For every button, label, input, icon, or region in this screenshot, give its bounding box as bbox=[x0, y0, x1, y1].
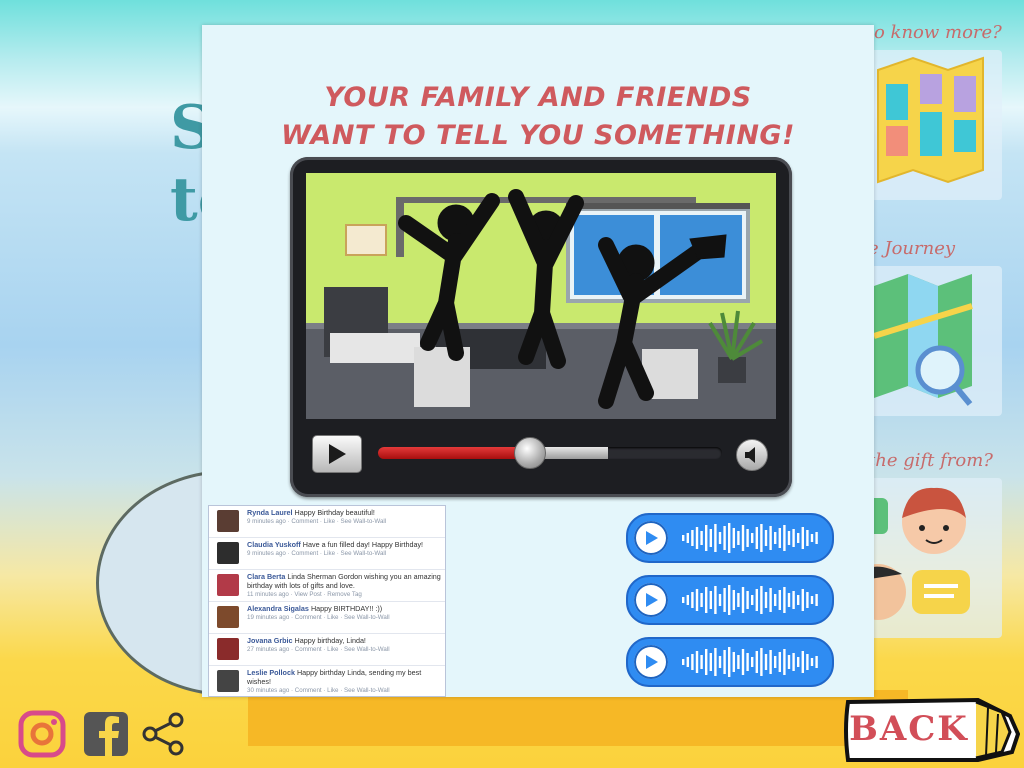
instagram-icon bbox=[18, 710, 66, 758]
post-author[interactable]: Claudia Yuskoff bbox=[247, 540, 301, 549]
feed-post: Leslie Pollock Happy birthday Linda, sen… bbox=[209, 666, 445, 696]
avatar[interactable] bbox=[217, 542, 239, 564]
post-message: Happy BIRTHDAY!! :)) bbox=[310, 604, 383, 613]
post-message: Happy Birthday beautiful! bbox=[294, 508, 375, 517]
journey-label: e Journey bbox=[868, 238, 956, 259]
avatar[interactable] bbox=[217, 606, 239, 628]
feed-post: Rynda Laurel Happy Birthday beautiful! 9 … bbox=[209, 506, 445, 538]
voice-message-2[interactable] bbox=[626, 575, 834, 625]
play-icon bbox=[329, 444, 346, 464]
video-screen[interactable] bbox=[306, 173, 776, 419]
headline-line-2: WANT TO TELL YOU SOMETHING! bbox=[281, 120, 795, 151]
post-text: Leslie Pollock Happy birthday Linda, sen… bbox=[247, 668, 441, 686]
know-more-label: o know more? bbox=[874, 22, 1002, 43]
post-author[interactable]: Clara Berta bbox=[247, 572, 285, 581]
voice-play-button[interactable] bbox=[634, 583, 668, 617]
post-author[interactable]: Jovana Grbic bbox=[247, 636, 293, 645]
video-scrub-handle[interactable] bbox=[514, 437, 547, 469]
video-message-modal: YOUR FAMILY AND FRIENDS WANT TO TELL YOU… bbox=[202, 25, 874, 697]
voice-message-1[interactable] bbox=[626, 513, 834, 563]
facebook-button[interactable] bbox=[82, 710, 130, 763]
share-button[interactable] bbox=[142, 712, 186, 761]
post-text: Rynda Laurel Happy Birthday beautiful! bbox=[247, 508, 441, 517]
background-bar bbox=[248, 690, 908, 746]
share-icon bbox=[142, 712, 184, 756]
feed-post: Jovana Grbic Happy birthday, Linda! 27 mi… bbox=[209, 634, 445, 666]
avatar[interactable] bbox=[217, 574, 239, 596]
post-meta[interactable]: 30 minutes ago · Comment · Like · See Wa… bbox=[247, 686, 441, 695]
volume-button[interactable] bbox=[736, 439, 768, 471]
waveform-icon bbox=[682, 647, 818, 677]
brochure-icon bbox=[877, 56, 984, 184]
video-controls bbox=[306, 429, 776, 477]
post-meta[interactable]: 9 minutes ago · Comment · Like · See Wal… bbox=[247, 517, 441, 526]
gift-from-label: the gift from? bbox=[868, 450, 993, 471]
voice-play-button[interactable] bbox=[634, 645, 668, 679]
video-progress-fill bbox=[378, 447, 530, 459]
video-play-button[interactable] bbox=[312, 435, 362, 473]
post-message: Happy birthday, Linda! bbox=[294, 636, 366, 645]
modal-headline: YOUR FAMILY AND FRIENDS WANT TO TELL YOU… bbox=[202, 79, 874, 155]
post-text: Claudia Yuskoff Have a fun filled day! H… bbox=[247, 540, 441, 549]
avatar[interactable] bbox=[217, 510, 239, 532]
feed-post: Clara Berta Linda Sherman Gordon wishing… bbox=[209, 570, 445, 602]
voice-play-button[interactable] bbox=[634, 521, 668, 555]
video-progress-track[interactable] bbox=[378, 437, 722, 469]
post-author[interactable]: Leslie Pollock bbox=[247, 668, 295, 677]
waveform-icon bbox=[682, 523, 818, 553]
people-chat-icon bbox=[850, 487, 970, 620]
voice-message-3[interactable] bbox=[626, 637, 834, 687]
waveform-icon bbox=[682, 585, 818, 615]
video-frame bbox=[306, 173, 776, 419]
post-author[interactable]: Alexandra Sigalas bbox=[247, 604, 309, 613]
gift-from-card[interactable] bbox=[850, 478, 1002, 638]
post-text: Alexandra Sigalas Happy BIRTHDAY!! :)) bbox=[247, 604, 441, 613]
facebook-wall-feed: Rynda Laurel Happy Birthday beautiful! 9 … bbox=[208, 505, 446, 697]
feed-post: Alexandra Sigalas Happy BIRTHDAY!! :)) 19… bbox=[209, 602, 445, 634]
post-author[interactable]: Rynda Laurel bbox=[247, 508, 293, 517]
journey-card[interactable] bbox=[868, 266, 1002, 416]
headline-line-1: YOUR FAMILY AND FRIENDS bbox=[324, 82, 752, 113]
map-search-icon bbox=[873, 274, 973, 406]
feed-post: Claudia Yuskoff Have a fun filled day! H… bbox=[209, 538, 445, 570]
avatar[interactable] bbox=[217, 638, 239, 660]
post-text: Jovana Grbic Happy birthday, Linda! bbox=[247, 636, 441, 645]
play-icon bbox=[646, 655, 658, 669]
post-meta[interactable]: 27 minutes ago · Comment · Like · See Wa… bbox=[247, 645, 441, 654]
instagram-button[interactable] bbox=[18, 710, 66, 763]
post-meta[interactable]: 19 minutes ago · Comment · Like · See Wa… bbox=[247, 613, 441, 622]
avatar[interactable] bbox=[217, 670, 239, 692]
play-icon bbox=[646, 593, 658, 607]
know-more-card[interactable] bbox=[868, 50, 1002, 200]
video-player[interactable] bbox=[290, 157, 792, 497]
post-message: Have a fun filled day! Happy Birthday! bbox=[302, 540, 424, 549]
back-button-label: BACK bbox=[849, 709, 969, 749]
speaker-icon bbox=[745, 447, 755, 463]
post-meta[interactable]: 11 minutes ago · View Post · Remove Tag bbox=[247, 590, 441, 599]
back-button[interactable]: BACK bbox=[842, 694, 1020, 764]
post-meta[interactable]: 9 minutes ago · Comment · Like · See Wal… bbox=[247, 549, 441, 558]
play-icon bbox=[646, 531, 658, 545]
post-text: Clara Berta Linda Sherman Gordon wishing… bbox=[247, 572, 441, 590]
facebook-icon bbox=[84, 712, 128, 756]
